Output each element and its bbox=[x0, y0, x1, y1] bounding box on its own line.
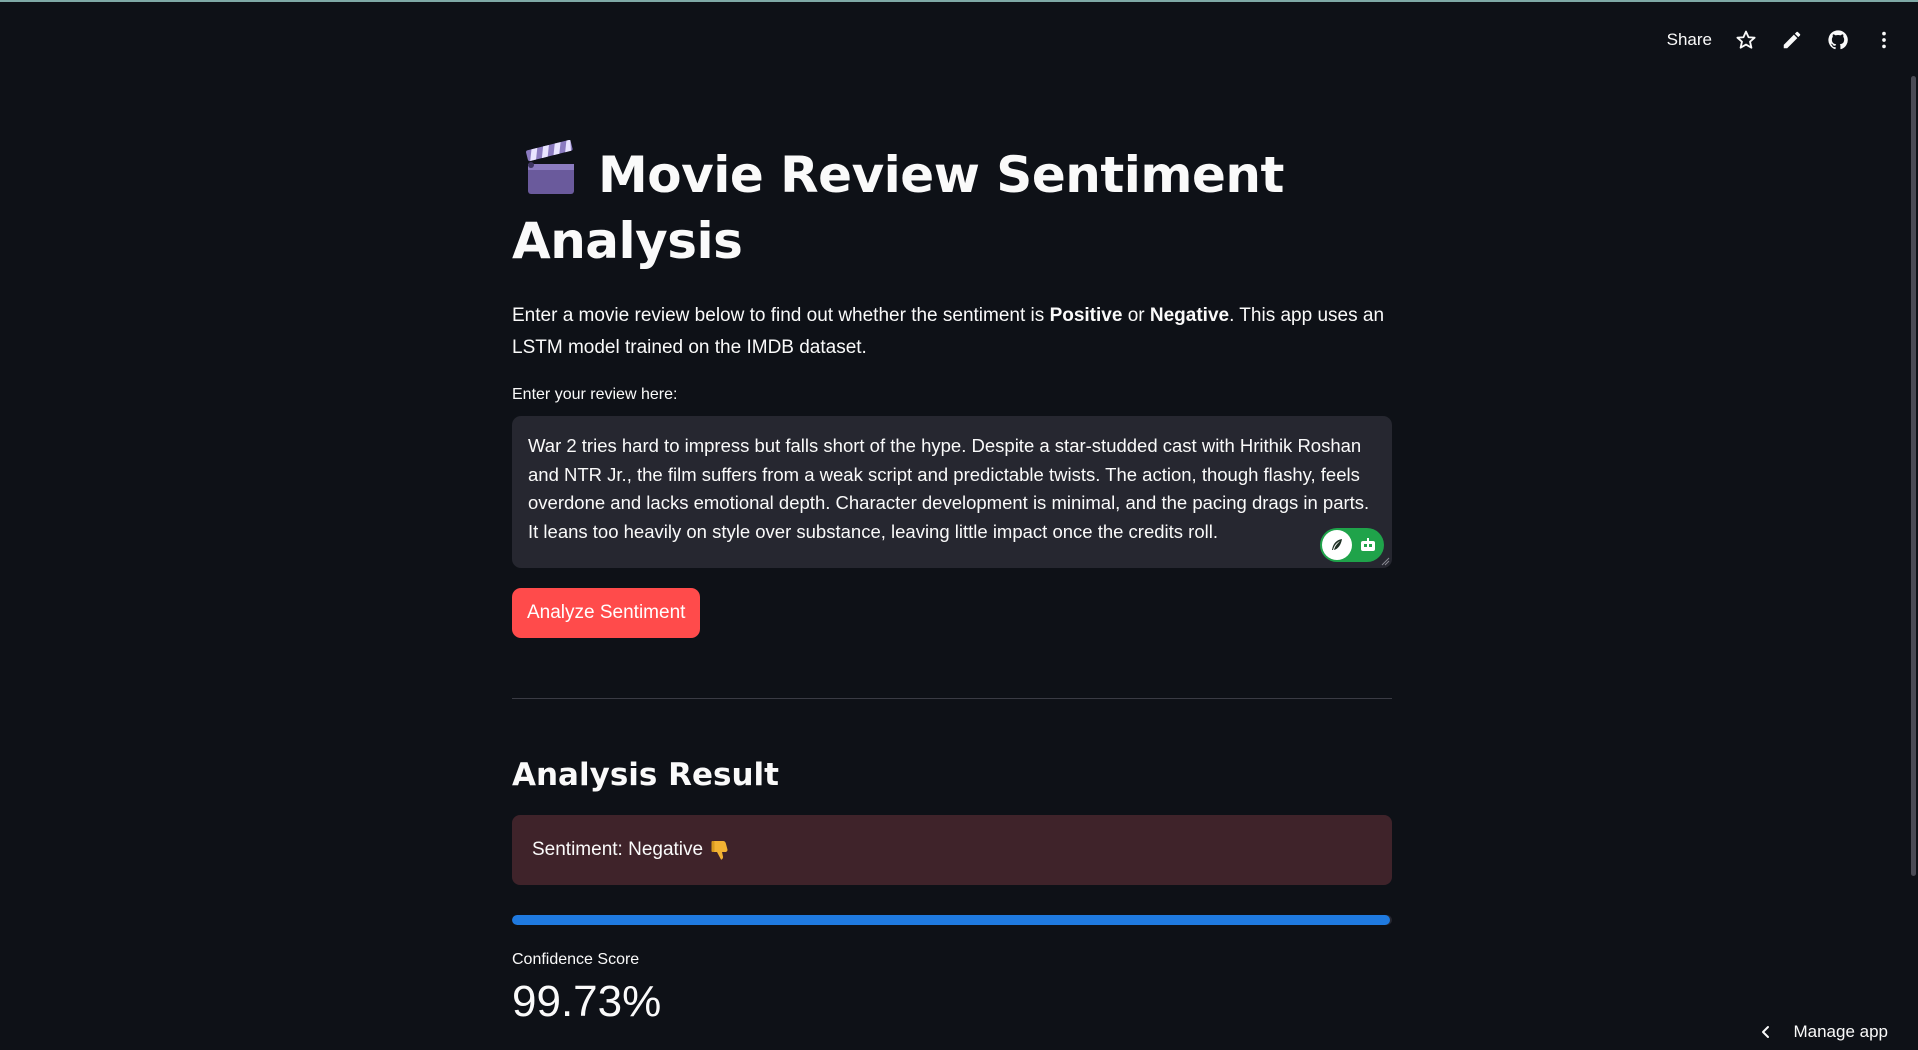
top-accent-line bbox=[0, 0, 1918, 2]
confidence-score-label: Confidence Score bbox=[512, 951, 640, 968]
confidence-progress-fill bbox=[512, 915, 1390, 925]
main-content: Movie Review Sentiment Analysis Enter a … bbox=[512, 139, 1394, 1027]
page-title-text: Movie Review Sentiment Analysis bbox=[512, 146, 1284, 270]
more-vertical-icon[interactable] bbox=[1872, 28, 1896, 52]
share-button[interactable]: Share bbox=[1667, 30, 1712, 50]
intro-text-before: Enter a movie review below to find out w… bbox=[512, 305, 1050, 326]
sentiment-result-box: Sentiment: Negative bbox=[512, 815, 1392, 885]
review-field-label: Enter your review here: bbox=[512, 386, 678, 403]
confidence-score-value: 99.73% bbox=[512, 977, 662, 1026]
pencil-icon[interactable] bbox=[1780, 28, 1804, 52]
section-divider bbox=[512, 698, 1392, 699]
app-toolbar: Share bbox=[1667, 22, 1896, 58]
chevron-left-icon bbox=[1762, 1026, 1770, 1038]
feather-icon[interactable] bbox=[1322, 530, 1352, 560]
review-textarea[interactable]: War 2 tries hard to impress but falls sh… bbox=[512, 416, 1392, 568]
intro-or: or bbox=[1122, 305, 1150, 326]
intro-paragraph: Enter a movie review below to find out w… bbox=[512, 300, 1394, 364]
sentiment-result-text: Sentiment: Negative bbox=[532, 839, 704, 860]
confidence-progress-bar bbox=[512, 915, 1392, 925]
resize-handle-icon[interactable] bbox=[1380, 556, 1390, 566]
thumbs-down-icon bbox=[711, 841, 728, 860]
robot-icon[interactable] bbox=[1352, 537, 1384, 553]
manage-app-button[interactable]: Manage app bbox=[1759, 1022, 1888, 1042]
analyze-sentiment-button[interactable]: Analyze Sentiment bbox=[512, 588, 701, 638]
review-textarea-value[interactable]: War 2 tries hard to impress but falls sh… bbox=[528, 432, 1372, 546]
intro-negative: Negative bbox=[1149, 305, 1230, 326]
intro-positive: Positive bbox=[1049, 305, 1123, 326]
page-scrollbar[interactable] bbox=[1911, 76, 1916, 876]
manage-app-label: Manage app bbox=[1793, 1022, 1888, 1041]
browser-extension-widget[interactable] bbox=[1320, 528, 1384, 562]
analysis-result-heading: Analysis Result bbox=[512, 757, 779, 793]
clapperboard-icon bbox=[522, 139, 580, 198]
page-title: Movie Review Sentiment Analysis bbox=[512, 139, 1394, 274]
star-icon[interactable] bbox=[1734, 28, 1758, 52]
github-icon[interactable] bbox=[1826, 28, 1850, 52]
